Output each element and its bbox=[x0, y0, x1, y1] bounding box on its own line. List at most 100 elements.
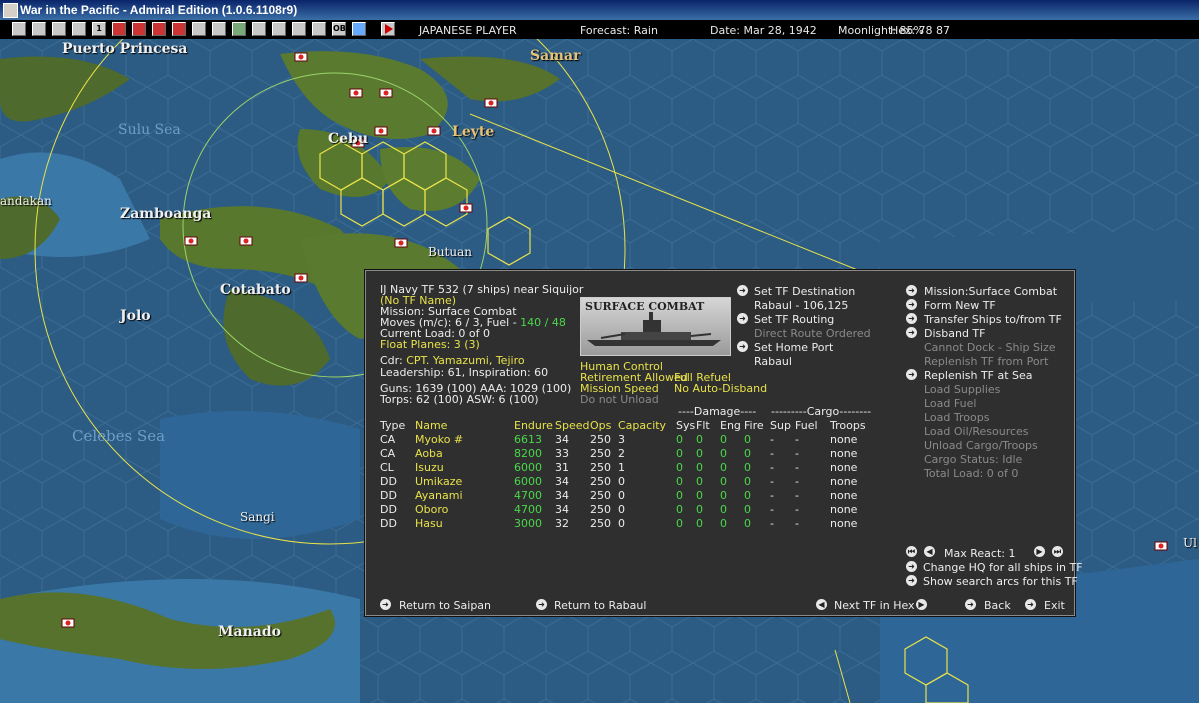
toolbar-button-2[interactable] bbox=[32, 22, 46, 36]
set-routing-button[interactable]: Set TF Routing bbox=[754, 313, 834, 326]
plane-icon[interactable] bbox=[272, 22, 286, 36]
column-header[interactable]: Troops bbox=[830, 418, 870, 432]
ship-name[interactable]: Oboro bbox=[415, 502, 514, 516]
arrow-right-icon[interactable]: ➜ bbox=[737, 313, 748, 324]
column-header[interactable]: Flt bbox=[696, 418, 720, 432]
column-header[interactable]: Endure bbox=[514, 418, 555, 432]
column-header[interactable]: Name bbox=[415, 418, 514, 432]
table-cell: - bbox=[770, 502, 774, 516]
table-cell: - bbox=[795, 502, 799, 516]
set-home-port-button[interactable]: Set Home Port bbox=[754, 341, 833, 354]
arrow-right-icon[interactable]: ➜ bbox=[906, 299, 917, 310]
column-header[interactable]: Eng bbox=[720, 418, 744, 432]
skip-forward-icon[interactable]: ⏭ bbox=[1052, 546, 1063, 557]
forecast-label: Forecast: Rain bbox=[580, 24, 658, 37]
ship-name[interactable]: Hasu bbox=[415, 516, 514, 530]
return-saipan-button[interactable]: Return to Saipan bbox=[399, 599, 491, 612]
column-header[interactable]: Fire bbox=[744, 418, 770, 432]
toolbar-button-15[interactable] bbox=[292, 22, 306, 36]
table-row[interactable]: DD Oboro 4700 34 250 0 0 0 0 0- - none bbox=[380, 502, 870, 516]
column-header[interactable]: Speed bbox=[555, 418, 590, 432]
column-header[interactable]: Fuel bbox=[795, 418, 830, 432]
toolbar-button-16[interactable] bbox=[312, 22, 326, 36]
arrow-right-icon[interactable]: ➜ bbox=[906, 369, 917, 380]
prev-tf-icon[interactable]: ◀ bbox=[816, 599, 827, 610]
ship-name[interactable]: Ayanami bbox=[415, 488, 514, 502]
column-header[interactable]: Capacity bbox=[618, 418, 676, 432]
toolbar-button-8[interactable] bbox=[152, 22, 166, 36]
play-triangle-icon bbox=[385, 24, 393, 34]
ob-button[interactable]: OB bbox=[332, 22, 346, 36]
toolbar-button-1[interactable] bbox=[12, 22, 26, 36]
hex-label: Hex: 78 87 bbox=[890, 24, 951, 37]
ship-name[interactable]: Isuzu bbox=[415, 460, 514, 474]
table-row[interactable]: DD Ayanami 4700 34 250 0 0 0 0 0- - none bbox=[380, 488, 870, 502]
arrow-right-icon[interactable]: ➜ bbox=[737, 285, 748, 296]
column-header[interactable]: Ops bbox=[590, 418, 618, 432]
japan-flag-icon[interactable] bbox=[112, 22, 126, 36]
arrow-right-icon[interactable]: ➜ bbox=[906, 327, 917, 338]
table-row[interactable]: DD Umikaze 6000 34 250 0 0 0 0 0- - none bbox=[380, 474, 870, 488]
tf-leadership: Leadership: 61, Inspiration: 60 bbox=[380, 366, 549, 379]
ship-name[interactable]: Umikaze bbox=[415, 474, 514, 488]
exit-button[interactable]: Exit bbox=[1044, 599, 1065, 612]
toolbar-button-12[interactable] bbox=[232, 22, 246, 36]
ship-name[interactable]: Aoba bbox=[415, 446, 514, 460]
tf-menu-item[interactable]: Mission:Surface Combat bbox=[924, 285, 1057, 298]
table-cell: - bbox=[770, 516, 774, 530]
step-forward-icon[interactable]: ▶ bbox=[1034, 546, 1045, 557]
ship-name[interactable]: Myoko # bbox=[415, 432, 514, 446]
ship-icon[interactable] bbox=[252, 22, 266, 36]
next-tf-icon[interactable]: ▶ bbox=[916, 599, 927, 610]
arrow-right-icon[interactable]: ➜ bbox=[536, 599, 547, 610]
tf-menu-item: Unload Cargo/Troops bbox=[924, 439, 1038, 452]
arrow-right-icon[interactable]: ➜ bbox=[737, 341, 748, 352]
step-back-icon[interactable]: ◀ bbox=[924, 546, 935, 557]
toolbar-button-11[interactable] bbox=[212, 22, 226, 36]
arrow-right-icon[interactable]: ➜ bbox=[906, 285, 917, 296]
end-turn-button[interactable] bbox=[381, 22, 395, 36]
skip-back-icon[interactable]: ⏮ bbox=[906, 546, 917, 557]
column-header[interactable]: Type bbox=[380, 418, 415, 432]
table-cell: 0 bbox=[618, 488, 625, 502]
column-header[interactable]: Sup bbox=[770, 418, 795, 432]
tf-menu-item[interactable]: Transfer Ships to/from TF bbox=[924, 313, 1062, 326]
tf-menu-item: Total Load: 0 of 0 bbox=[924, 467, 1019, 480]
toolbar-button-5[interactable]: 1 bbox=[92, 22, 106, 36]
arrow-right-icon[interactable]: ➜ bbox=[1025, 599, 1036, 610]
change-hq-button[interactable]: Change HQ for all ships in TF bbox=[923, 561, 1083, 574]
arrow-right-icon[interactable]: ➜ bbox=[965, 599, 976, 610]
tf-menu-item[interactable]: Disband TF bbox=[924, 327, 985, 340]
back-button[interactable]: Back bbox=[984, 599, 1011, 612]
tf-menu-item[interactable]: Form New TF bbox=[924, 299, 996, 312]
arrow-right-icon[interactable]: ➜ bbox=[380, 599, 391, 610]
toolbar-button-18[interactable] bbox=[352, 22, 366, 36]
label-zamboanga: Zamboanga bbox=[120, 206, 212, 222]
arrow-right-icon[interactable]: ➜ bbox=[906, 561, 917, 572]
toolbar-button-4[interactable] bbox=[72, 22, 86, 36]
column-header[interactable]: Sys bbox=[676, 418, 696, 432]
table-row[interactable]: DD Hasu 3000 32 250 0 0 0 0 0- - none bbox=[380, 516, 870, 530]
table-cell: - bbox=[795, 460, 799, 474]
table-row[interactable]: CA Aoba 8200 33 250 2 0 0 0 0- - none bbox=[380, 446, 870, 460]
toolbar-button-10[interactable] bbox=[192, 22, 206, 36]
flag-icon[interactable] bbox=[172, 22, 186, 36]
next-tf-button[interactable]: Next TF in Hex bbox=[834, 599, 915, 612]
tf-float-planes[interactable]: Float Planes: 3 (3) bbox=[380, 338, 480, 351]
arrow-right-icon[interactable]: ➜ bbox=[906, 313, 917, 324]
table-cell: 0 bbox=[720, 488, 727, 502]
arrow-right-icon[interactable]: ➜ bbox=[906, 575, 917, 586]
table-cell: 6000 bbox=[514, 460, 542, 474]
table-row[interactable]: CA Myoko #6613 34 250 3 0 0 0 0- - none bbox=[380, 432, 870, 446]
auto-disband-toggle[interactable]: No Auto-Disband bbox=[674, 382, 767, 395]
tf-menu-item: Replenish TF from Port bbox=[924, 355, 1049, 368]
set-destination-button[interactable]: Set TF Destination bbox=[754, 285, 855, 298]
show-search-arcs-button[interactable]: Show search arcs for this TF bbox=[923, 575, 1078, 588]
tf-menu-item: Load Oil/Resources bbox=[924, 425, 1029, 438]
label-celebes-sea: Celebes Sea bbox=[72, 427, 166, 445]
toolbar-button-7[interactable] bbox=[132, 22, 146, 36]
tf-menu-item[interactable]: Replenish TF at Sea bbox=[924, 369, 1033, 382]
toolbar-button-3[interactable] bbox=[52, 22, 66, 36]
return-rabaul-button[interactable]: Return to Rabaul bbox=[554, 599, 646, 612]
table-row[interactable]: CL Isuzu 6000 31 250 1 0 0 0 0- - none bbox=[380, 460, 870, 474]
